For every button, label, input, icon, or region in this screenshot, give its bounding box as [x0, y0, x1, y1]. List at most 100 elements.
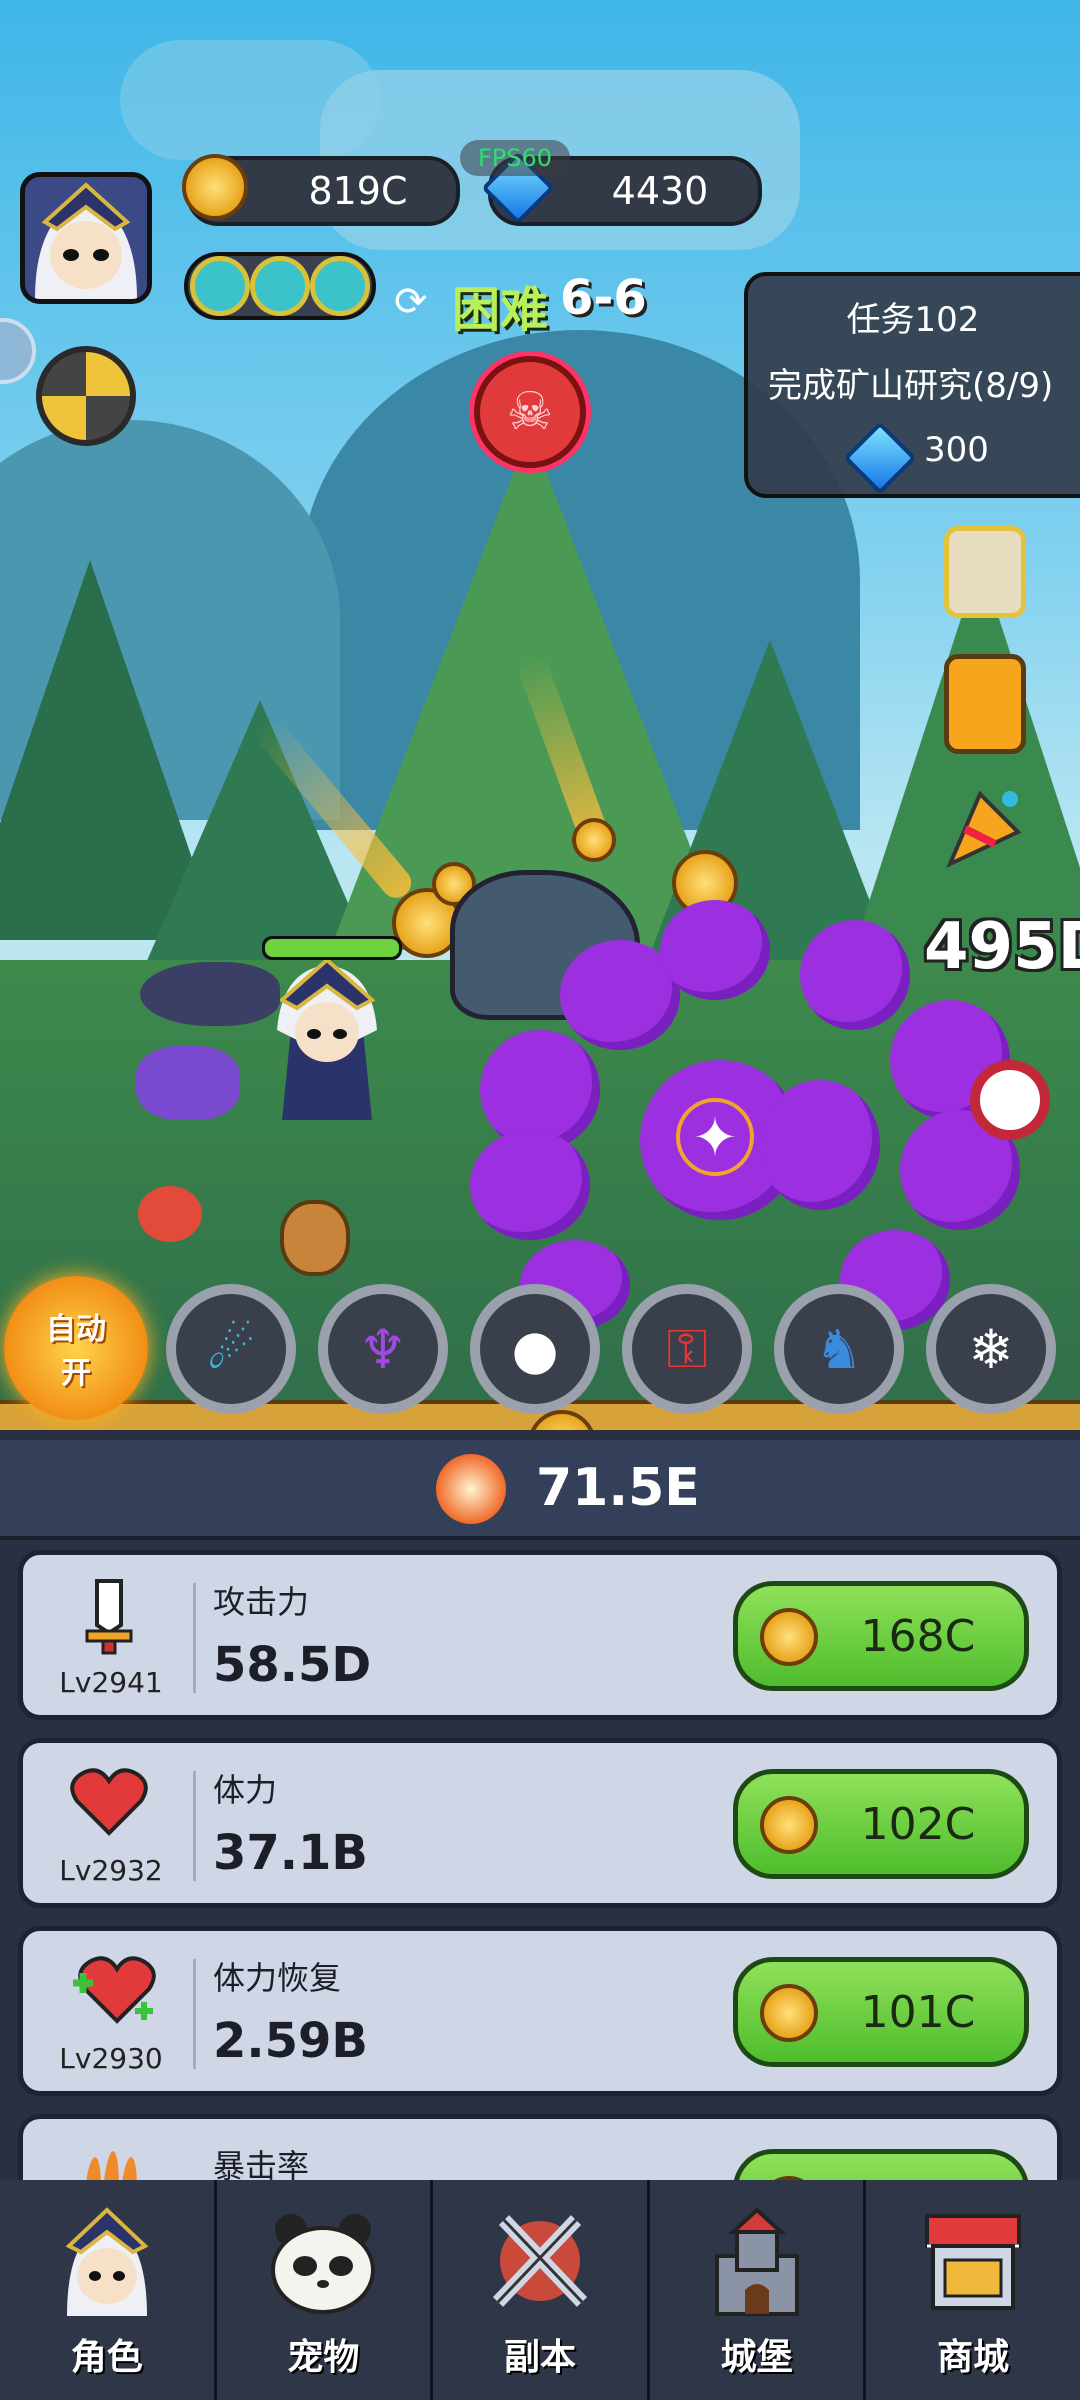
bat-icon: ♆ [358, 1317, 408, 1381]
hero-character [262, 957, 392, 1130]
bottom-nav: 角色 宠物 副本 城堡 商城 [0, 2180, 1080, 2400]
upgrade-health-button[interactable]: 102C [733, 1769, 1029, 1879]
panda-icon [263, 2206, 383, 2316]
gold-buff-icon[interactable] [190, 256, 250, 316]
stat-card-regen: Lv2930 体力恢复 2.59B 101C [18, 1926, 1062, 2096]
sword-icon [79, 1575, 139, 1655]
nav-character[interactable]: 角色 [0, 2180, 217, 2400]
nav-castle[interactable]: 城堡 [649, 2180, 867, 2400]
potion-buff-icon[interactable] [250, 256, 310, 316]
snail-pet [138, 1186, 202, 1242]
stat-card-attack: Lv2941 攻击力 58.5D 168C [18, 1550, 1062, 1720]
quest-description: 完成矿山研究(8/9) [768, 366, 1054, 406]
stat-level: Lv2932 [59, 1854, 163, 1887]
game-scene[interactable]: 819C 4430 FPS60 ⟳ 困难 6-6 ☠ 任务102 完成矿山研究(… [0, 0, 1080, 1430]
party-popper-icon[interactable] [940, 784, 1026, 870]
difficulty-label: 困难 [452, 282, 549, 338]
fire-icon [436, 1454, 506, 1524]
stat-value: 2.59B [213, 2013, 369, 2069]
coin-icon [760, 1796, 818, 1854]
skill-freeze-button[interactable]: ❄ [926, 1284, 1056, 1414]
quest-title: 任务102 [846, 300, 980, 340]
nav-label: 副本 [503, 2337, 576, 2378]
whale-pet [140, 962, 280, 1026]
upgrade-panel: 71.5E Lv2941 攻击力 58.5D 168C Lv2932 体力 37… [0, 1430, 1080, 2194]
stat-name: 体力 [213, 1771, 278, 1809]
dps-value: 71.5E [536, 1458, 700, 1518]
dps-bar: 71.5E [0, 1440, 1080, 1540]
nav-label: 商城 [937, 2337, 1010, 2378]
coin-icon [760, 1984, 818, 2042]
castle-icon [697, 2206, 817, 2316]
cat-pet [136, 1046, 240, 1120]
lightning-buff-icon[interactable] [310, 256, 370, 316]
notebook-icon[interactable] [944, 526, 1026, 618]
gem-icon [843, 421, 917, 495]
swords-icon [480, 2206, 600, 2316]
hero-health-bar [262, 936, 402, 960]
coin-icon [182, 154, 248, 220]
divider [193, 1959, 196, 2069]
skill-bomb-button[interactable]: ● [470, 1284, 600, 1414]
hero-icon [47, 2206, 167, 2316]
gem-amount: 4430 [611, 169, 709, 213]
player-avatar[interactable] [20, 172, 152, 304]
upgrade-price: 102C [860, 1798, 976, 1850]
key-icon: ⚿ [666, 1317, 708, 1380]
cloud [120, 40, 380, 160]
poison-cloud [660, 900, 770, 1000]
hero-portrait-icon [25, 177, 147, 299]
sleep-icon[interactable] [0, 318, 36, 384]
stat-name: 体力恢复 [213, 1959, 342, 1997]
stat-level: Lv2930 [59, 2042, 163, 2075]
pine-tree [850, 560, 1080, 960]
coin-icon [760, 1608, 818, 1666]
nav-shop[interactable]: 商城 [866, 2180, 1080, 2400]
folder-icon[interactable] [944, 654, 1026, 754]
quest-panel[interactable]: 任务102 完成矿山研究(8/9) 300 [744, 272, 1080, 498]
damage-number: 495D [924, 910, 1080, 984]
skill-bat-button[interactable]: ♆ [318, 1284, 448, 1414]
auto-battle-toggle[interactable]: 自动 开 [4, 1276, 148, 1420]
stat-value: 37.1B [213, 1825, 369, 1881]
flying-coin-icon [572, 818, 616, 862]
shop-icon [913, 2206, 1033, 2316]
upgrade-regen-button[interactable]: 101C [733, 1957, 1029, 2067]
upgrade-price: 168C [860, 1610, 976, 1662]
divider [193, 1771, 196, 1881]
nav-dungeon[interactable]: 副本 [433, 2180, 650, 2400]
skill-key-button[interactable]: ⚿ [622, 1284, 752, 1414]
snowflake-icon: ❄ [968, 1317, 1014, 1381]
coin-amount: 819C [308, 169, 408, 213]
upgrade-price: 101C [860, 1986, 976, 2038]
auto-label: 自动 [46, 1312, 106, 1347]
upgrade-attack-button[interactable]: 168C [733, 1581, 1029, 1691]
owl-pet [280, 1200, 350, 1276]
nav-label: 城堡 [720, 2337, 793, 2378]
quest-reward: 300 [924, 430, 989, 470]
stat-name: 攻击力 [213, 1583, 310, 1621]
refresh-icon[interactable]: ⟳ [394, 282, 434, 322]
auto-state: 开 [61, 1356, 91, 1391]
boss-challenge-button[interactable]: ☠ [474, 356, 586, 468]
hero-health-fill [265, 939, 399, 957]
fps-counter: FPS60 [460, 140, 570, 176]
stat-level: Lv2941 [59, 1666, 163, 1699]
target-crosshair-icon: ✦ [676, 1098, 754, 1176]
heart-plus-icon [69, 1953, 159, 2025]
nav-label: 角色 [70, 2337, 143, 2378]
skill-comet-button[interactable]: ☄ [166, 1284, 296, 1414]
divider [193, 1583, 196, 1693]
poison-cloud [800, 920, 910, 1030]
stage-number: 6-6 [560, 270, 647, 326]
heart-icon [69, 1765, 149, 1837]
dragon-icon: ♞ [814, 1317, 864, 1381]
skill-dragon-button[interactable]: ♞ [774, 1284, 904, 1414]
enemy-shield [970, 1060, 1050, 1140]
bomb-icon: ● [511, 1317, 559, 1381]
poison-cloud [470, 1130, 590, 1240]
lucky-wheel-icon[interactable] [36, 346, 136, 446]
poison-cloud [760, 1080, 880, 1210]
stat-card-health: Lv2932 体力 37.1B 102C [18, 1738, 1062, 1908]
nav-pet[interactable]: 宠物 [216, 2180, 434, 2400]
